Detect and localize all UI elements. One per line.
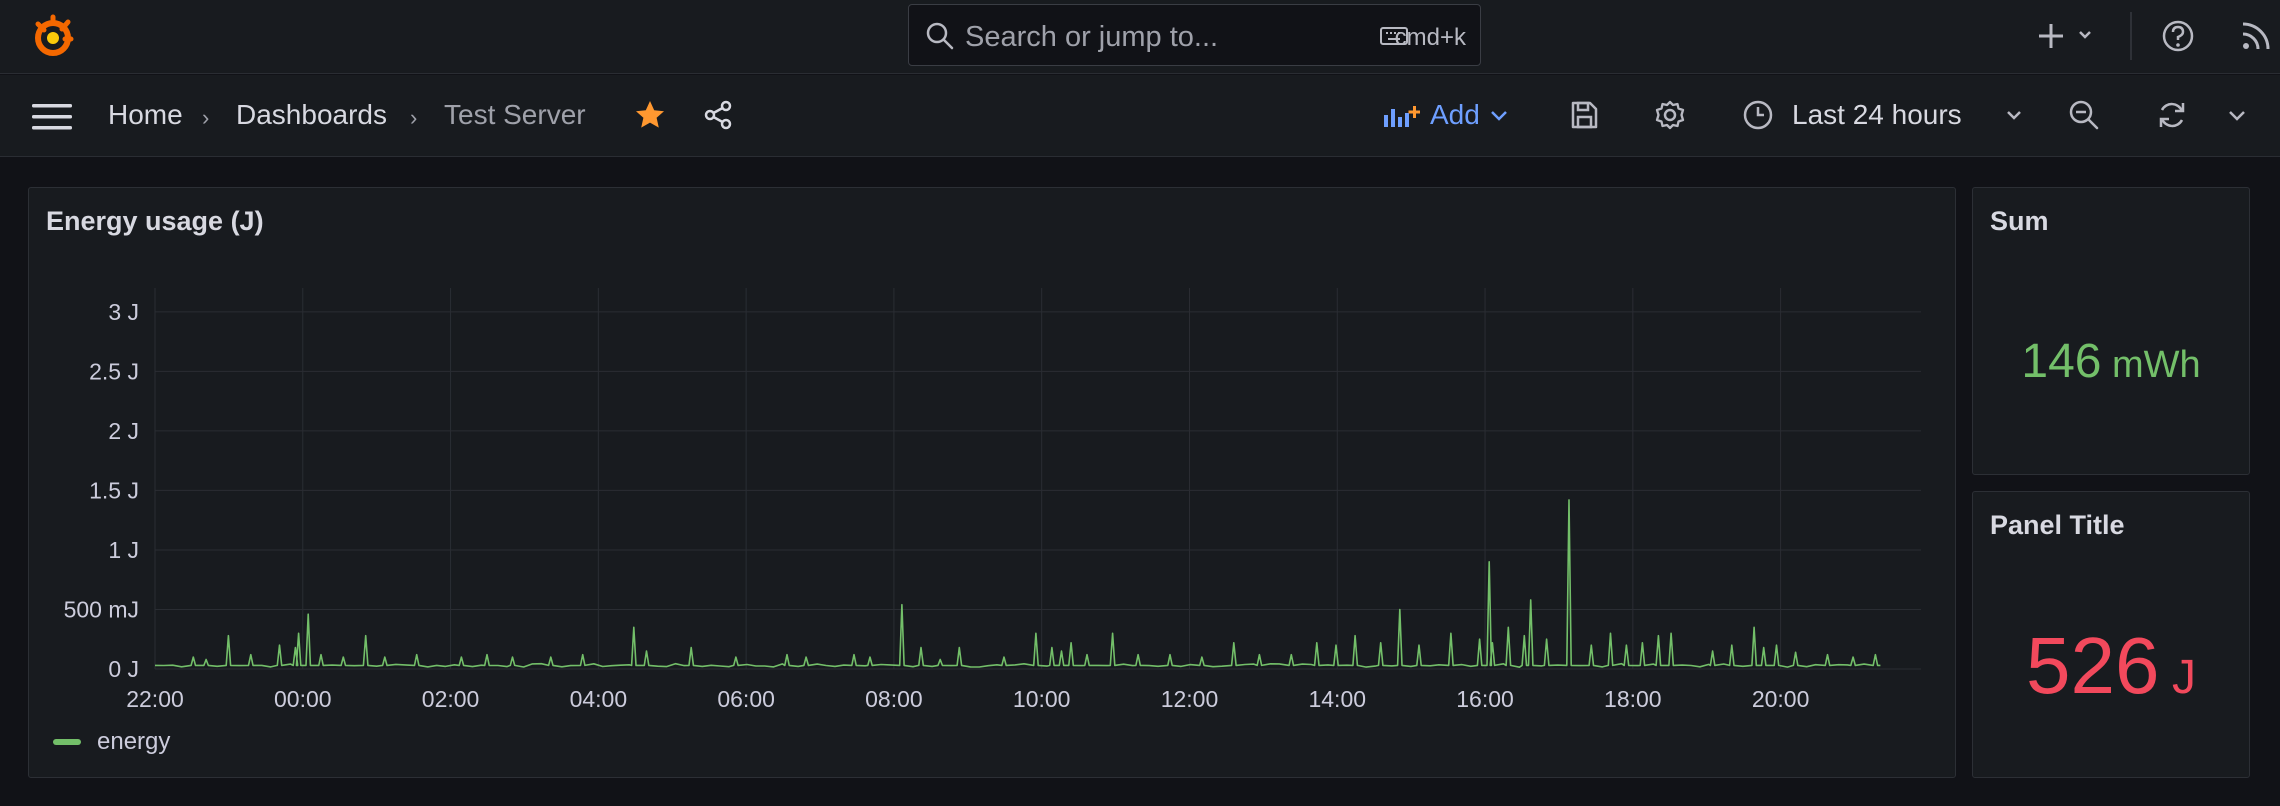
x-tick-label: 02:00 (422, 686, 480, 712)
x-tick-label: 04:00 (570, 686, 628, 712)
time-range-label: Last 24 hours (1792, 99, 1962, 130)
x-tick-label: 08:00 (865, 686, 923, 712)
x-tick-label: 00:00 (274, 686, 332, 712)
legend-label-energy: energy (97, 728, 171, 755)
y-tick-label: 2.5 J (89, 358, 139, 384)
refresh-interval-chevron-down-icon[interactable] (2226, 107, 2248, 123)
search-icon (926, 22, 954, 50)
zoom-out-icon[interactable] (2068, 99, 2100, 131)
chevron-down-icon (1490, 111, 1507, 121)
x-tick-label: 22:00 (126, 686, 184, 712)
share-icon[interactable] (702, 99, 734, 131)
news-feed-icon[interactable] (2238, 18, 2274, 54)
star-icon[interactable] (634, 99, 666, 131)
panel-stat-value: 526 J (1973, 620, 2249, 712)
x-tick-label: 16:00 (1456, 686, 1514, 712)
add-button-label: Add (1430, 99, 1480, 130)
gear-icon[interactable] (1654, 99, 1686, 131)
x-tick-label: 06:00 (717, 686, 775, 712)
breadcrumb-home[interactable]: Home (108, 99, 183, 131)
stat-unit: J (2171, 651, 2196, 704)
x-tick-label: 18:00 (1604, 686, 1662, 712)
save-icon[interactable] (1568, 99, 1600, 131)
panel-title: Panel Title (1990, 510, 2125, 540)
search-shortcut: cmd+k (1394, 24, 1466, 51)
grafana-logo-icon[interactable] (28, 12, 78, 62)
y-tick-label: 500 mJ (64, 596, 139, 622)
x-tick-label: 14:00 (1308, 686, 1366, 712)
chevron-down-icon (2007, 111, 2021, 120)
x-tick-label: 20:00 (1752, 686, 1810, 712)
x-tick-label: 12:00 (1161, 686, 1219, 712)
refresh-icon[interactable] (2156, 99, 2188, 131)
series-line-energy (154, 499, 1881, 668)
add-panel-icon (1384, 106, 1420, 127)
energy-timeseries-chart[interactable]: 0 J 500 mJ 1 J 1.5 J 2 J 2.5 J 3 J 22:00 00:00 02… (29, 188, 1957, 779)
panel-title: Sum (1990, 206, 2049, 236)
top-bar: Search or jump to... cmd+k (0, 0, 2280, 74)
sum-stat-panel[interactable]: Sum 146 mWh (1972, 187, 2250, 475)
stat-number: 526 (2026, 621, 2160, 710)
x-tick-label: 10:00 (1013, 686, 1071, 712)
y-tick-label: 1 J (108, 537, 139, 563)
chart-legend[interactable]: energy (53, 728, 170, 756)
stat-unit: mWh (2111, 344, 2201, 386)
stat-number: 146 (2021, 335, 2102, 388)
y-tick-label: 2 J (108, 418, 139, 444)
search-box[interactable]: Search or jump to... cmd+k (908, 4, 1481, 66)
energy-usage-panel[interactable]: Energy usage (J) 0 J 500 mJ 1 J 1.5 J2 J 2.5… (28, 187, 1956, 778)
y-tick-label: 3 J (108, 299, 139, 325)
y-tick-label: 0 J (108, 656, 139, 682)
breadcrumb-dashboards[interactable]: Dashboards (236, 99, 387, 131)
search-placeholder: Search or jump to... (965, 21, 1219, 53)
y-tick-label: 1.5 J (89, 477, 139, 503)
menu-icon[interactable] (32, 103, 72, 131)
clock-icon (1743, 100, 1773, 130)
topbar-divider (2130, 12, 2132, 60)
panel-title-stat-panel[interactable]: Panel Title 526 J (1972, 491, 2250, 778)
dashboard-nav-bar: Home › Dashboards › Test Server Add Last… (0, 75, 2280, 157)
add-button[interactable]: Add (1384, 97, 1510, 133)
breadcrumb-separator-icon: › (202, 105, 210, 130)
sum-stat-value: 146 mWh (1973, 334, 2249, 389)
new-plus-dropdown-icon[interactable] (2036, 18, 2096, 54)
breadcrumb-separator-icon: › (410, 105, 418, 130)
breadcrumb-current: Test Server (444, 99, 586, 130)
legend-swatch (53, 739, 81, 745)
help-icon[interactable] (2160, 18, 2196, 54)
